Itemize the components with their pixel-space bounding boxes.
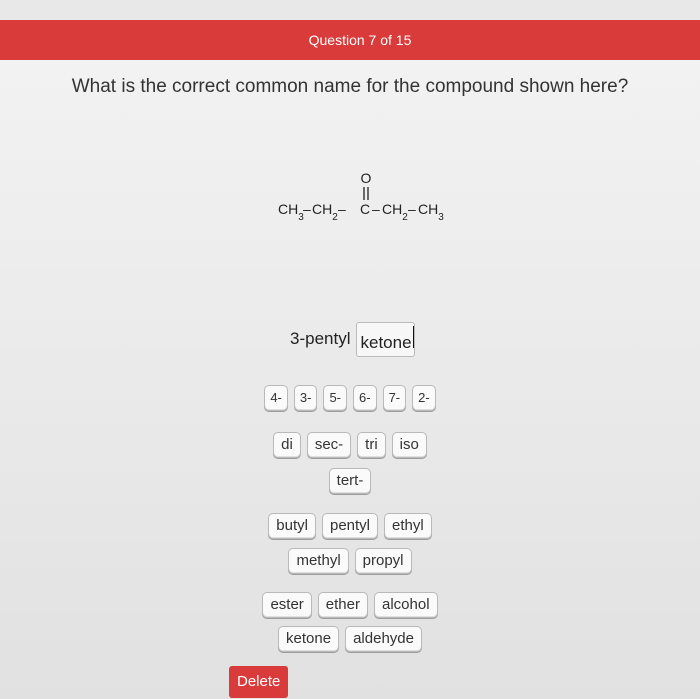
chain-atom: CH2 [382, 201, 408, 223]
tile-tert[interactable]: tert- [328, 468, 372, 494]
carbonyl-carbon: C [360, 201, 370, 217]
class-tile-row-1: ester ether alcohol [0, 592, 700, 618]
tile-tri[interactable]: tri [357, 432, 386, 458]
tile-pentyl[interactable]: pentyl [321, 513, 379, 539]
tile-methyl[interactable]: methyl [288, 548, 349, 574]
tile-ester[interactable]: ester [262, 592, 312, 618]
tile-6[interactable]: 6- [353, 385, 377, 411]
chain-bond: – [303, 201, 311, 217]
chain-bond: – [408, 201, 416, 217]
tile-5[interactable]: 5- [323, 385, 347, 411]
top-bar [0, 0, 700, 20]
text-cursor [412, 325, 414, 348]
answer-token-text: ketone [360, 332, 412, 352]
group-tile-row-1: butyl pentyl ethyl [0, 513, 700, 539]
chain-bond: – [338, 201, 346, 217]
tile-ether[interactable]: ether [317, 592, 368, 618]
prefix-tile-row-2: tert- [0, 468, 700, 494]
tile-4[interactable]: 4- [264, 385, 288, 411]
question-panel: What is the correct common name for the … [0, 60, 700, 699]
chain-bond: – [372, 201, 380, 217]
tile-2[interactable]: 2- [412, 385, 436, 411]
chain-atom: CH3 [278, 201, 304, 223]
answer-input[interactable]: 3-pentyl ketone [290, 320, 415, 358]
oxygen-atom: O [361, 170, 372, 186]
group-tile-row-2: methyl propyl [0, 548, 700, 574]
answer-token[interactable]: 3-pentyl [290, 329, 350, 349]
tile-di[interactable]: di [273, 432, 301, 458]
tile-alcohol[interactable]: alcohol [374, 592, 438, 618]
tile-iso[interactable]: iso [391, 432, 427, 458]
number-tile-row: 4- 3- 5- 6- 7- 2- [0, 385, 700, 411]
chain-atom: CH3 [418, 201, 444, 223]
question-progress: Question 7 of 15 [308, 32, 412, 48]
question-text: What is the correct common name for the … [71, 76, 629, 97]
tile-propyl[interactable]: propyl [354, 548, 412, 574]
tile-3[interactable]: 3- [293, 385, 318, 411]
class-tile-row-2: ketone aldehyde [0, 626, 700, 652]
tile-aldehyde[interactable]: aldehyde [345, 626, 422, 652]
prefix-tile-row-1: di sec- tri iso [0, 432, 700, 458]
tile-7[interactable]: 7- [382, 385, 407, 411]
tile-ethyl[interactable]: ethyl [384, 513, 432, 539]
question-header: Question 7 of 15 [0, 20, 700, 60]
tile-butyl[interactable]: butyl [268, 513, 316, 539]
delete-button[interactable]: Delete [229, 666, 289, 698]
chain-atom: CH2 [312, 201, 338, 223]
answer-token-selected[interactable]: ketone [356, 321, 415, 357]
chemical-structure: O CH3 – CH2 – C – CH2 – CH3 [278, 170, 444, 223]
tile-ketone[interactable]: ketone [278, 626, 340, 652]
tile-sec[interactable]: sec- [306, 432, 352, 458]
